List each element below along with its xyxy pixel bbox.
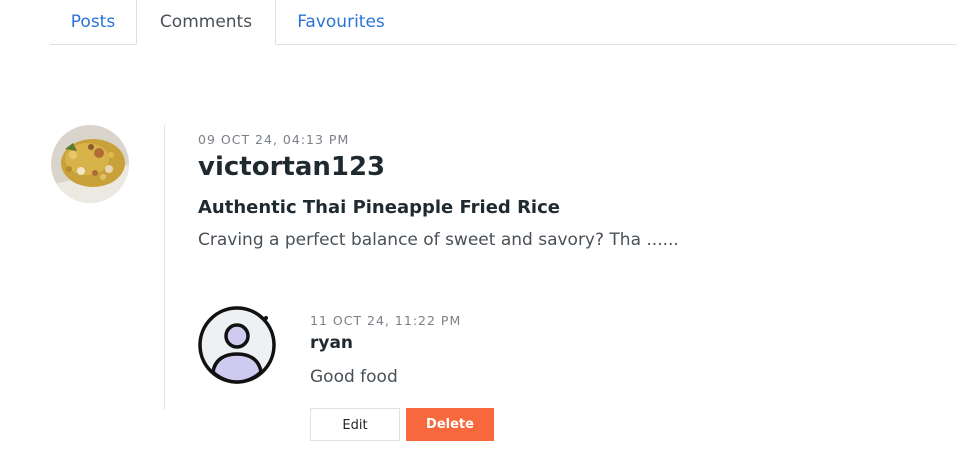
post-title[interactable]: Authentic Thai Pineapple Fried Rice — [198, 197, 560, 218]
post-author-avatar — [51, 125, 129, 203]
post-date: 09 OCT 24, 04:13 PM — [198, 132, 350, 147]
food-photo-icon — [51, 125, 129, 203]
reply-date: 11 OCT 24, 11:22 PM — [310, 313, 462, 328]
edit-button[interactable]: Edit — [310, 408, 400, 441]
reply-text: Good food — [310, 367, 398, 387]
profile-tabs: Posts Comments Favourites — [50, 0, 957, 45]
tab-posts[interactable]: Posts — [50, 0, 136, 44]
tab-favourites[interactable]: Favourites — [276, 0, 406, 44]
delete-button[interactable]: Delete — [406, 408, 494, 441]
reply-author-name[interactable]: ryan — [310, 333, 353, 353]
post-excerpt: Craving a perfect balance of sweet and s… — [198, 230, 679, 250]
tab-comments[interactable]: Comments — [136, 0, 276, 45]
thread-divider — [164, 125, 165, 410]
user-avatar-icon — [198, 306, 276, 384]
reply-author-avatar — [197, 305, 277, 389]
post-author-name[interactable]: victortan123 — [198, 152, 385, 182]
page: Posts Comments Favourites 09 OCT 24, 04:… — [0, 0, 957, 461]
